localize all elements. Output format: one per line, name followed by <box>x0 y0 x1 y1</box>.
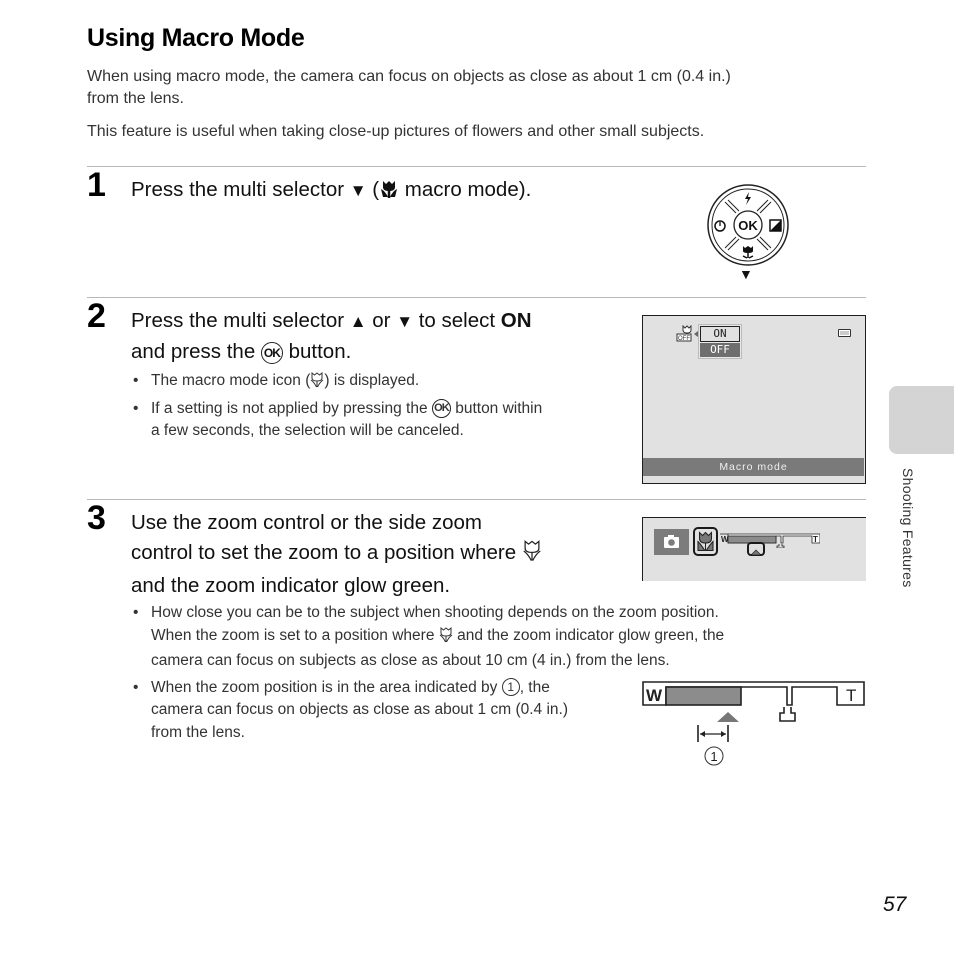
macro-indicator-icon <box>693 527 718 556</box>
step-1-text: Press the multi selector <box>131 178 350 201</box>
list-item: When the zoom position is in the area in… <box>133 677 621 745</box>
step-3-line-2: control to set the zoom to a position wh… <box>131 538 621 571</box>
text: button within <box>450 399 543 417</box>
macro-outline-icon <box>439 626 453 651</box>
on-label: ON <box>500 309 532 332</box>
down-arrow-icon: ▼ <box>349 181 367 200</box>
svg-text:W: W <box>721 535 729 544</box>
macro-outline-icon <box>310 371 324 396</box>
text: camera can focus on subjects as close as… <box>151 652 670 669</box>
ok-label: OK <box>738 218 758 233</box>
step-3-line-3: and the zoom indicator glow green. <box>131 574 451 597</box>
camera-screen-zoom: W T <box>642 517 866 581</box>
step-1-heading: Press the multi selector ▼ ( macro mode)… <box>131 175 531 208</box>
text: , the <box>519 678 550 696</box>
divider <box>87 499 866 500</box>
list-item: If a setting is not applied by pressing … <box>133 398 613 443</box>
battery-icon <box>838 329 851 337</box>
menu-option-off[interactable]: OFF <box>700 343 740 357</box>
divider <box>87 297 866 298</box>
down-arrow-icon: ▼ <box>396 312 414 331</box>
paren: ( <box>366 178 380 201</box>
macro-menu: ON OFF <box>698 324 742 359</box>
text: control to set the zoom to a position wh… <box>131 541 522 564</box>
step-2-line-2: and press the OK button. <box>131 337 611 367</box>
macro-small-icon <box>742 246 754 259</box>
zoom-range-diagram: W T 1 <box>642 680 866 770</box>
macro-icon <box>379 178 399 208</box>
shooting-mode-camera-icon <box>654 529 689 555</box>
text: When the zoom position is in the area in… <box>151 678 502 696</box>
text: or <box>366 309 397 332</box>
list-item: How close you can be to the subject when… <box>133 602 833 673</box>
text: When the zoom is set to a position where <box>151 626 439 644</box>
zoom-position-triangle <box>717 712 739 722</box>
text: to select <box>413 309 501 332</box>
intro-line-1: When using macro mode, the camera can fo… <box>87 68 731 85</box>
chapter-tab[interactable] <box>889 386 954 454</box>
text: a few seconds, the selection will be can… <box>151 422 464 439</box>
menu-option-on[interactable]: ON <box>700 326 740 342</box>
intro-paragraph: When using macro mode, the camera can fo… <box>87 66 867 110</box>
ok-button-icon: OK <box>431 398 451 418</box>
macro-off-icon: OFF <box>676 324 694 348</box>
intro-paragraph-2: This feature is useful when taking close… <box>87 123 705 140</box>
svg-text:OFF: OFF <box>678 336 690 342</box>
text: ) is displayed. <box>324 372 420 389</box>
macro-range-fill <box>665 686 742 706</box>
step-1-text-end: macro mode). <box>399 178 532 201</box>
zoom-position-marker <box>747 542 765 556</box>
step-number-1: 1 <box>87 166 106 204</box>
page-title: Using Macro Mode <box>87 24 305 52</box>
callout-1-label: 1 <box>710 749 717 764</box>
text: The macro mode icon ( <box>151 372 311 389</box>
chapter-tab-label: Shooting Features <box>900 468 916 588</box>
step-number-3: 3 <box>87 499 106 537</box>
macro-outline-icon <box>522 540 542 571</box>
step-2-line-1: Press the multi selector ▲ or ▼ to selec… <box>131 306 611 337</box>
step-3-heading: Use the zoom control or the side zoom co… <box>131 508 621 601</box>
text: camera can focus on objects as close as … <box>151 701 568 718</box>
page-number: 57 <box>883 893 907 916</box>
optical-limit-marker <box>779 707 796 722</box>
down-arrow-icon: ▼ <box>739 266 753 282</box>
ok-button-icon: OK <box>260 342 283 364</box>
up-arrow-icon: ▲ <box>349 312 367 331</box>
text: How close you can be to the subject when… <box>151 604 719 621</box>
divider <box>87 166 866 167</box>
text: If a setting is not applied by pressing … <box>151 399 432 417</box>
text: and press the <box>131 340 261 363</box>
screen-footer-label: Macro mode <box>643 458 864 476</box>
svg-text:T: T <box>813 535 818 544</box>
text: Press the multi selector <box>131 309 350 332</box>
wide-label: W <box>646 686 663 705</box>
camera-screen-macro-menu: OFF ON OFF Macro mode <box>642 315 866 484</box>
zoom-indicator-small: W T <box>720 532 821 549</box>
tele-label: T <box>846 686 856 705</box>
step-number-2: 2 <box>87 297 106 335</box>
step-2-heading: Press the multi selector ▲ or ▼ to selec… <box>131 306 611 367</box>
step-2-bullets: The macro mode icon ( ) is displayed. If … <box>133 370 613 443</box>
step-3-line-1: Use the zoom control or the side zoom <box>131 511 482 534</box>
intro-line-2: from the lens. <box>87 90 184 107</box>
text: from the lens. <box>151 723 245 741</box>
list-item: The macro mode icon ( ) is displayed. <box>133 370 613 396</box>
text: button. <box>282 340 352 363</box>
callout-1-icon: 1 <box>501 677 520 696</box>
text: and the zoom indicator glow green, the <box>452 626 725 644</box>
multi-selector-diagram: OK <box>706 184 790 268</box>
